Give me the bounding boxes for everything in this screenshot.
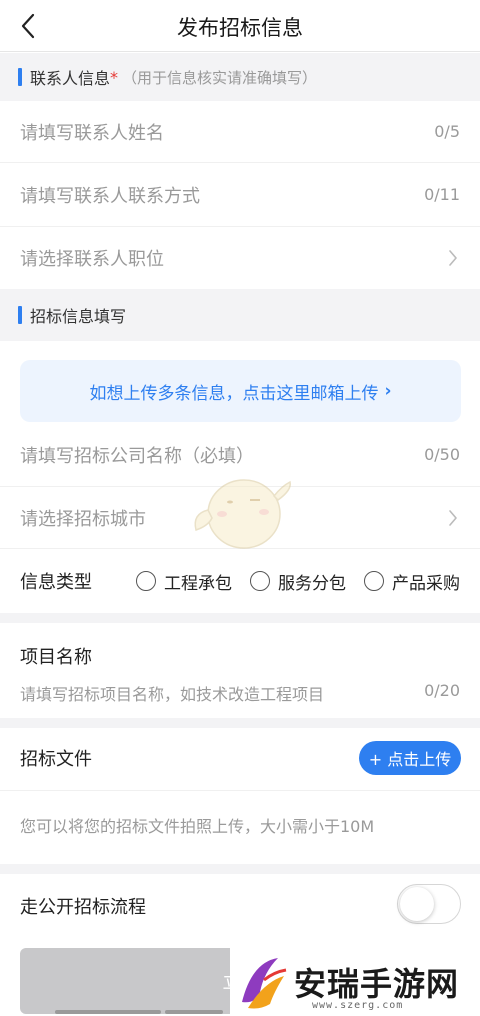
contact-name-field[interactable]: 请填写联系人姓名 0/5 — [0, 101, 480, 163]
toggle-knob — [400, 887, 434, 921]
radio-engineering[interactable]: 工程承包 — [136, 569, 232, 594]
radio-label: 工程承包 — [164, 573, 232, 594]
project-name-placeholder[interactable]: 请填写招标项目名称，如技术改造工程项目 — [20, 681, 324, 705]
bid-section-header: 招标信息填写 — [0, 289, 480, 341]
public-process-label: 走公开招标流程 — [20, 897, 146, 918]
radio-label: 产品采购 — [392, 573, 460, 594]
top-bar: 发布招标信息 — [0, 0, 480, 52]
company-name-count: 0/50 — [424, 445, 460, 464]
info-type-row: 信息类型 工程承包 服务分包 产品采购 — [0, 549, 480, 613]
logo-icon — [242, 958, 287, 1009]
mascot-watermark-icon — [194, 479, 291, 549]
watermark-url: www.szerg.com — [312, 1000, 404, 1011]
contact-position-placeholder: 请选择联系人职位 — [20, 249, 164, 270]
radio-circle-icon — [136, 571, 156, 591]
contact-section-note: （用于信息核实请准确填写） — [122, 68, 318, 87]
contact-position-selector[interactable]: 请选择联系人职位 — [0, 227, 480, 289]
radio-circle-icon — [364, 571, 384, 591]
radio-procurement[interactable]: 产品采购 — [364, 569, 460, 594]
upload-button[interactable]: + 点击上传 — [359, 741, 461, 775]
required-mark: * — [110, 67, 119, 87]
bid-file-hint: 您可以将您的招标文件拍照上传，大小需小于10M — [20, 817, 375, 836]
contact-phone-placeholder: 请填写联系人联系方式 — [20, 185, 200, 207]
section-gap — [0, 613, 480, 623]
contact-section-title: 联系人信息 — [30, 69, 111, 88]
bid-file-label: 招标文件 — [20, 749, 92, 770]
info-type-options: 工程承包 服务分包 产品采购 — [130, 569, 460, 594]
banner-text: 如想上传多条信息，点击这里邮箱上传 — [89, 383, 379, 404]
home-indicator — [55, 1010, 161, 1014]
contact-phone-field[interactable]: 请填写联系人联系方式 0/11 — [0, 163, 480, 227]
site-watermark: 安瑞手游网 www.szerg.com — [230, 948, 480, 1016]
chevron-right-icon — [446, 248, 460, 268]
contact-name-placeholder: 请填写联系人姓名 — [20, 122, 164, 144]
public-process-toggle[interactable] — [397, 884, 461, 924]
contact-name-count: 0/5 — [434, 122, 460, 141]
section-gap — [0, 864, 480, 874]
chevron-right-icon: › — [384, 381, 392, 401]
page-title: 发布招标信息 — [177, 16, 303, 40]
bid-section-title: 招标信息填写 — [30, 307, 127, 326]
home-indicator — [165, 1010, 223, 1014]
radio-label: 服务分包 — [278, 573, 346, 594]
email-upload-banner[interactable]: 如想上传多条信息，点击这里邮箱上传 › — [20, 360, 461, 422]
section-accent-bar — [18, 306, 22, 324]
radio-service[interactable]: 服务分包 — [250, 569, 346, 594]
radio-circle-icon — [250, 571, 270, 591]
watermark-text: 安瑞手游网 — [294, 965, 460, 1003]
project-name-count: 0/20 — [424, 681, 460, 700]
chevron-right-icon — [446, 508, 460, 528]
contact-phone-count: 0/11 — [424, 185, 460, 204]
info-type-label: 信息类型 — [20, 572, 92, 593]
project-name-label: 项目名称 — [20, 647, 92, 668]
divider — [0, 790, 480, 791]
section-gap — [0, 718, 480, 728]
section-accent-bar — [18, 68, 22, 86]
contact-section-header: 联系人信息 * （用于信息核实请准确填写） — [0, 53, 480, 101]
